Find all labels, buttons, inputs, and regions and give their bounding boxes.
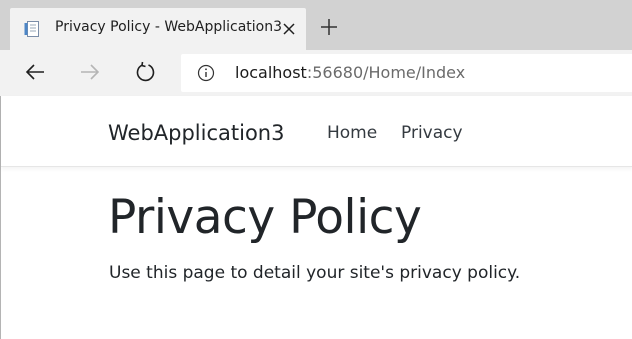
tab-strip: Privacy Policy - WebApplication3 (0, 0, 632, 50)
nav-link-privacy[interactable]: Privacy (401, 123, 463, 143)
tab-title: Privacy Policy - WebApplication3 (55, 19, 283, 35)
close-icon[interactable] (281, 21, 297, 37)
browser-tab[interactable]: Privacy Policy - WebApplication3 (10, 8, 306, 50)
browser-toolbar: localhost:56680/Home/Index (0, 50, 632, 96)
page-description: Use this page to detail your site's priv… (109, 263, 521, 283)
url-host: localhost (235, 63, 307, 82)
site-navbar: WebApplication3 Home Privacy (1, 96, 632, 167)
arrow-left-icon[interactable] (24, 61, 46, 83)
page-content: WebApplication3 Home Privacy Privacy Pol… (0, 96, 632, 339)
page-title: Privacy Policy (108, 190, 422, 245)
refresh-icon[interactable] (134, 61, 156, 83)
nav-link-home[interactable]: Home (327, 123, 377, 143)
site-brand-link[interactable]: WebApplication3 (108, 121, 284, 145)
address-bar[interactable]: localhost:56680/Home/Index (181, 54, 632, 92)
page-icon (24, 21, 39, 37)
info-circle-icon[interactable] (197, 64, 215, 82)
url-path: :56680/Home/Index (306, 63, 466, 82)
plus-icon[interactable] (319, 17, 339, 37)
arrow-right-icon[interactable] (79, 61, 101, 83)
url-text[interactable]: localhost:56680/Home/Index (235, 63, 465, 82)
